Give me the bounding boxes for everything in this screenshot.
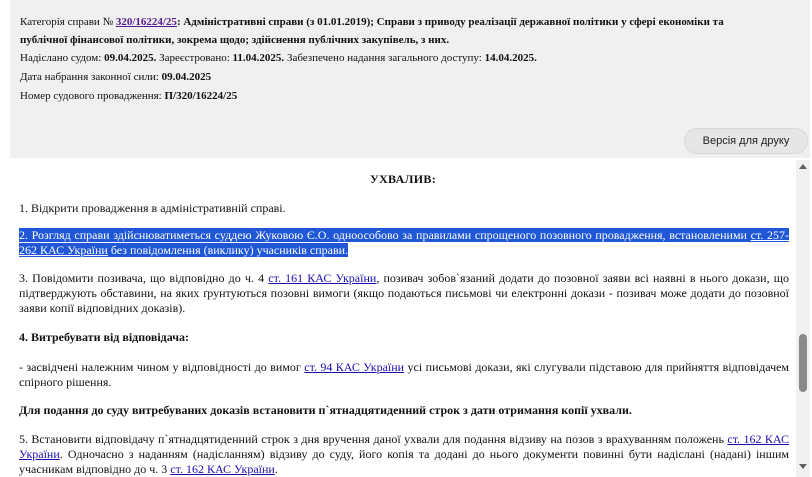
ruling-heading: УХВАЛИВ: xyxy=(369,172,437,186)
sent-date: 09.04.2025. xyxy=(104,52,157,64)
effective-date: 09.04.2025 xyxy=(161,71,212,83)
effective-date-row: Дата набрання законної сили: 09.04.2025 xyxy=(20,69,211,85)
selected-text: 2. Розгляд справи здійснюватиметься судд… xyxy=(19,228,790,257)
law-link-94[interactable]: ст. 94 КАС України xyxy=(304,360,404,374)
access-date: 14.04.2025. xyxy=(484,52,537,64)
paragraph-2: 2. Розгляд справи здійснюватиметься судд… xyxy=(19,228,790,258)
case-category-label: Категорія справи № xyxy=(20,16,114,28)
print-version-button[interactable]: Версія для друку xyxy=(684,128,808,154)
paragraph-5: - засвідчені належним чином у відповідно… xyxy=(19,360,789,390)
paragraph-1: 1. Відкрити провадження в адміністративн… xyxy=(19,201,286,215)
sent-label: Надіслано судом: xyxy=(20,52,102,64)
access-label: Забезпечено надання загального доступу: xyxy=(286,52,482,64)
case-category-value-cont: публічної фінансової політики, зокрема щ… xyxy=(20,34,450,46)
paragraph-2-text-b: без повідомлення (виклику) учасників спр… xyxy=(110,243,349,257)
paragraph-4: 4. Витребувати від відповідача: xyxy=(19,330,190,344)
paragraph-7-text-b: . Одночасно з наданням (надісланням) від… xyxy=(19,447,789,476)
proceeding-number: П/320/16224/25 xyxy=(164,90,238,102)
paragraph-7-text-a: 5. Встановити відповідачу п`ятнадцятиден… xyxy=(19,432,724,446)
proceeding-label: Номер судового провадження: xyxy=(20,90,162,102)
case-metadata-panel: Категорія справи № 320/16224/25: Адмініс… xyxy=(10,0,810,118)
paragraph-2-text-a: 2. Розгляд справи здійснюватиметься судд… xyxy=(19,228,747,242)
scroll-down-arrow-icon[interactable] xyxy=(799,464,807,469)
case-category-row-cont: публічної фінансової політики, зокрема щ… xyxy=(20,32,449,48)
paragraph-7-text-c: . xyxy=(274,462,278,476)
law-link-161[interactable]: ст. 161 КАС України xyxy=(268,271,376,285)
paragraph-7: 5. Встановити відповідачу п`ятнадцятиден… xyxy=(19,432,789,477)
vertical-scrollbar[interactable] xyxy=(796,160,810,477)
paragraph-3: 3. Повідомити позивача, що відповідно до… xyxy=(19,271,789,316)
scrollbar-thumb[interactable] xyxy=(799,334,807,392)
document-body: УХВАЛИВ: 1. Відкрити провадження в адмін… xyxy=(10,160,796,477)
paragraph-5-text-a: - засвідчені належним чином у відповідно… xyxy=(19,360,301,374)
case-number-link[interactable]: 320/16224/25 xyxy=(116,16,177,28)
case-dates-row: Надіслано судом: 09.04.2025. Зареєстрова… xyxy=(20,50,537,66)
registered-date: 11.04.2025. xyxy=(232,52,285,64)
proceeding-row: Номер судового провадження: П/320/16224/… xyxy=(20,88,237,104)
case-category-value: Адміністративні справи (з 01.01.2019); С… xyxy=(183,16,724,28)
case-category-row: Категорія справи № 320/16224/25: Адмініс… xyxy=(20,14,724,30)
case-category-colon: : xyxy=(176,16,181,28)
law-link-162-part-3[interactable]: ст. 162 КАС України xyxy=(170,462,275,476)
effective-label: Дата набрання законної сили: xyxy=(20,71,159,83)
paragraph-3-text-a: 3. Повідомити позивача, що відповідно до… xyxy=(19,271,265,285)
paragraph-6: Для подання до суду витребуваних доказів… xyxy=(19,403,632,417)
registered-label: Зареєстровано: xyxy=(159,52,230,64)
scroll-up-arrow-icon[interactable] xyxy=(799,164,807,169)
